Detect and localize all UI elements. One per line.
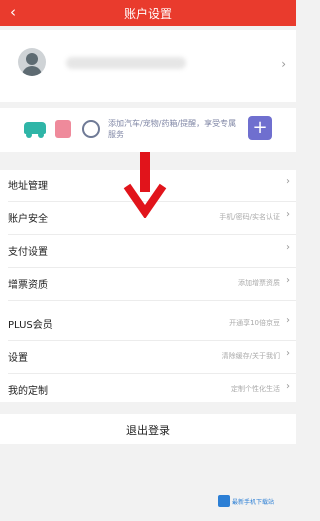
- chevron-right-icon: ›: [286, 348, 290, 359]
- chevron-right-icon: ›: [286, 209, 290, 220]
- menu-item-value: 手机/密码/实名认证: [219, 213, 280, 221]
- chevron-right-icon: ›: [286, 176, 290, 187]
- divider: [8, 373, 296, 374]
- page-title: 账户设置: [123, 7, 172, 21]
- chevron-right-icon: ›: [286, 315, 290, 326]
- chevron-right-icon: ›: [286, 381, 290, 392]
- menu-item-label: 支付设置: [8, 247, 48, 258]
- menu-item-label: 我的定制: [8, 386, 48, 397]
- top-bar: ‹ 账户设置: [0, 0, 296, 26]
- divider: [8, 300, 296, 301]
- chevron-right-icon: ›: [281, 57, 286, 71]
- divider: [8, 340, 296, 341]
- menu-item-plus[interactable]: PLUS会员 开通享10倍京豆 ›: [0, 309, 296, 337]
- pet-icon: [55, 120, 71, 138]
- menu-item-value: 清除缓存/关于我们: [221, 352, 280, 360]
- chevron-right-icon: ›: [286, 242, 290, 253]
- menu-item-invoice[interactable]: 增票资质 添加增票资质 ›: [0, 269, 296, 297]
- menu-item-label: 账户安全: [8, 214, 48, 225]
- menu-item-value: 开通享10倍京豆: [229, 319, 280, 327]
- logout-label: 退出登录: [126, 424, 170, 437]
- menu-item-value: 添加增票资质: [238, 279, 280, 287]
- menu-item-label: 增票资质: [8, 280, 48, 291]
- reminder-clock-icon: [82, 120, 100, 138]
- chevron-right-icon: ›: [286, 275, 290, 286]
- red-arrow-down-icon: [123, 152, 167, 218]
- menu-item-customize[interactable]: 我的定制 定制个性化生活 ›: [0, 375, 296, 403]
- menu-item-label: PLUS会员: [8, 320, 53, 331]
- username-blurred: [66, 57, 186, 69]
- profile-card[interactable]: ›: [0, 30, 296, 102]
- divider: [8, 234, 296, 235]
- menu-item-label: 地址管理: [8, 181, 48, 192]
- logout-button[interactable]: 退出登录: [0, 414, 296, 444]
- menu-item-label: 设置: [8, 353, 28, 364]
- watermark-text: 最新手机下载站: [232, 499, 275, 506]
- divider: [8, 267, 296, 268]
- assistant-text: 添加汽车/宠物/药箱/提醒，享受专属服务: [108, 119, 237, 139]
- add-button[interactable]: +: [248, 116, 272, 140]
- watermark-logo-icon: [218, 495, 230, 507]
- car-icon: [24, 122, 46, 138]
- user-avatar-icon: [18, 48, 46, 76]
- menu-item-payment[interactable]: 支付设置 ›: [0, 236, 296, 264]
- assistant-banner[interactable]: 添加汽车/宠物/药箱/提醒，享受专属服务 +: [0, 108, 296, 152]
- menu-item-settings[interactable]: 设置 清除缓存/关于我们 ›: [0, 342, 296, 370]
- menu-item-value: 定制个性化生活: [231, 385, 280, 393]
